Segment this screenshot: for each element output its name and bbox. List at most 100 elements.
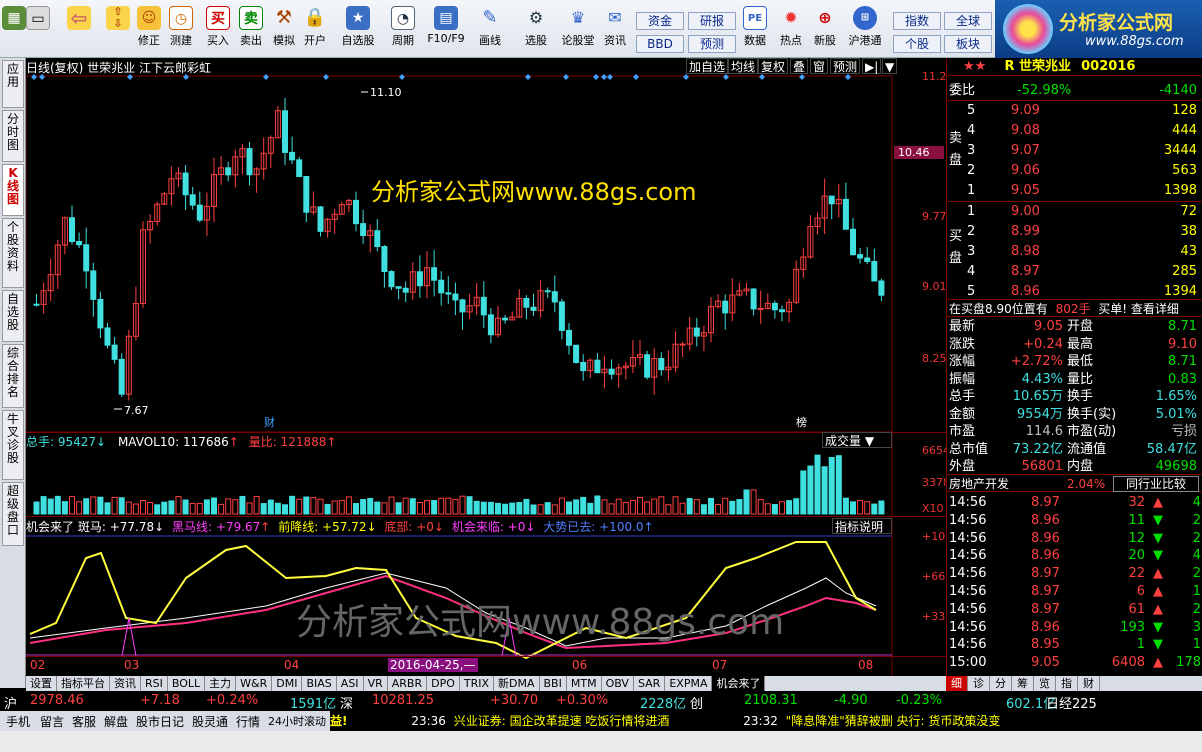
sell-level-5[interactable]: 5 9.09 128 xyxy=(947,102,1202,120)
buy-level-3[interactable]: 3 8.98 43 xyxy=(947,243,1202,261)
forum-button[interactable]: ♛ 论股堂 xyxy=(558,4,598,56)
kline-chart-area[interactable]: 日线(复权) 世荣兆业 江下云郎彩虹 加自选 均线 复权 叠 窗 预测 ▶| ▼… xyxy=(26,58,971,676)
buy-button[interactable]: 买买入 xyxy=(203,4,233,56)
volume-label-3: X10 xyxy=(922,502,944,515)
indicator-tab[interactable]: VR xyxy=(364,676,388,691)
tab-watchlist[interactable]: 自选股 xyxy=(2,290,24,342)
indicator-tab[interactable]: RSI xyxy=(141,676,168,691)
stat-row: 涨幅 +2.72% 最低 8.71 xyxy=(949,354,1197,369)
indicator-tab[interactable]: W&R xyxy=(236,676,273,691)
indicator-tab[interactable]: 新DMA xyxy=(494,676,540,691)
indicator-tab[interactable]: ARBR xyxy=(388,676,428,691)
indicator-tab[interactable]: 机会来了 xyxy=(712,676,766,691)
up-arrow-icon: ▲ xyxy=(1153,601,1163,617)
fund-button[interactable]: 资金 xyxy=(636,12,684,30)
quote-tab[interactable]: 分 xyxy=(990,676,1012,691)
sector-button[interactable]: 板块 xyxy=(944,35,992,53)
quote-tab[interactable]: 细 xyxy=(946,676,968,691)
analysis-link[interactable]: 解盘 xyxy=(104,713,128,730)
buy-level-1[interactable]: 1 9.00 72 xyxy=(947,203,1202,221)
quote-tab[interactable]: 诊 xyxy=(968,676,990,691)
quote-tab[interactable]: 财 xyxy=(1078,676,1100,691)
sell-level-4[interactable]: 4 9.08 444 xyxy=(947,122,1202,140)
draw-line-button[interactable]: ✎ 画线 xyxy=(472,4,508,56)
candle-body xyxy=(445,292,452,295)
service-link[interactable]: 客服 xyxy=(72,713,96,730)
news2-time: 23:32 xyxy=(743,714,778,728)
sell-level-3[interactable]: 3 9.07 3444 xyxy=(947,142,1202,160)
indicator-help-button[interactable]: 指标说明 xyxy=(832,518,892,534)
candle-body xyxy=(416,271,423,287)
indicator-tab[interactable]: MTM xyxy=(567,676,602,691)
news-button[interactable]: ✉ 资讯 xyxy=(600,4,630,56)
global-button[interactable]: 全球 xyxy=(944,12,992,30)
diary-link[interactable]: 股市日记 xyxy=(136,713,184,730)
tab-kline[interactable]: K线图 xyxy=(2,164,24,216)
indicator-tab[interactable]: 主力 xyxy=(205,676,237,691)
quotes-link[interactable]: 行情 xyxy=(236,713,260,730)
tab-stock-info[interactable]: 个股资料 xyxy=(2,218,24,288)
indicator-tab[interactable]: 资讯 xyxy=(110,676,141,691)
candle-body xyxy=(750,288,757,310)
test-button[interactable]: ◷ 测建 xyxy=(166,4,196,56)
indicator-tab[interactable]: EXPMA xyxy=(665,676,713,691)
sell-button[interactable]: 卖卖出 xyxy=(236,4,266,56)
indicator-tab[interactable]: SAR xyxy=(634,676,666,691)
buy-level-4[interactable]: 4 8.97 285 xyxy=(947,263,1202,281)
indicator-tab[interactable]: BIAS xyxy=(302,676,337,691)
index-button[interactable]: 指数 xyxy=(893,12,941,30)
grid-icon[interactable]: ▦ xyxy=(2,4,26,56)
indicator-tab[interactable]: DPO xyxy=(427,676,460,691)
stock-picker-button[interactable]: ⚙ 选股 xyxy=(518,4,554,56)
quote-tab[interactable]: 览 xyxy=(1034,676,1056,691)
tab-apps[interactable]: 应用 xyxy=(2,60,24,108)
hotspot-button[interactable]: ✹ 热点 xyxy=(776,4,806,56)
candle-body xyxy=(83,244,90,272)
back-arrow-icon[interactable]: ⇦ xyxy=(64,4,94,56)
up-down-arrows-icon[interactable]: ⇧ ⇩ xyxy=(106,4,130,56)
sell-level-1[interactable]: 1 9.05 1398 xyxy=(947,182,1202,200)
fix-button[interactable]: ☺ 修正 xyxy=(134,4,164,56)
industry-compare-button[interactable]: 同行业比较 xyxy=(1113,476,1199,492)
open-account-button[interactable]: 🔒 开户 xyxy=(300,4,330,56)
indicator-tab[interactable]: TRIX xyxy=(460,676,495,691)
volume-indicator-select[interactable]: 成交量 ▼ xyxy=(822,432,892,448)
mobile-link[interactable]: 手机 xyxy=(6,713,30,730)
indicator-tab[interactable]: DMI xyxy=(272,676,303,691)
news-ticker[interactable]: 益! 23:36 兴业证券: 国企改革提速 吃饭行情将进酒 23:32 "降息降… xyxy=(330,711,1202,731)
big-order-note[interactable]: 在买盘8.90位置有 802手 买单! 查看详细 xyxy=(947,299,1202,317)
indicator-tab[interactable]: 设置 xyxy=(26,676,57,691)
stat-row: 总手 10.65万 换手 1.65% xyxy=(949,389,1197,404)
indicator-tab[interactable]: BBI xyxy=(540,676,567,691)
lingtong-link[interactable]: 股灵通 xyxy=(192,713,228,730)
period-button[interactable]: ◔ 周期 xyxy=(383,4,423,56)
buy-level-2[interactable]: 2 8.99 38 xyxy=(947,223,1202,241)
stock-button[interactable]: 个股 xyxy=(893,35,941,53)
tick-row: 14:56 8.96 193 ▼ 3 xyxy=(949,619,1201,635)
tab-intraday[interactable]: 分时图 xyxy=(2,110,24,162)
forecast-button[interactable]: 预测 xyxy=(688,35,736,53)
sell-level-2[interactable]: 2 9.06 563 xyxy=(947,162,1202,180)
x-label-06: 06 xyxy=(572,658,588,672)
indicator-tab[interactable]: BOLL xyxy=(168,676,206,691)
hk-connect-button[interactable]: ⊞ 沪港通 xyxy=(845,4,885,56)
window-icon[interactable]: ▭ xyxy=(26,4,50,56)
watchlist-button[interactable]: ★ 自选股 xyxy=(336,4,380,56)
quote-tab[interactable]: 筹 xyxy=(1012,676,1034,691)
quote-tab[interactable]: 指 xyxy=(1056,676,1078,691)
bbd-button[interactable]: BBD xyxy=(636,35,684,53)
tab-super-order[interactable]: 超级盘口 xyxy=(2,482,24,546)
f10-button[interactable]: ▤ F10/F9 xyxy=(424,4,468,56)
indicator-tab[interactable]: OBV xyxy=(602,676,634,691)
simulate-button[interactable]: ⚒ 模拟 xyxy=(269,4,299,56)
indicator-tab[interactable]: 指标平台 xyxy=(57,676,110,691)
tab-ranking[interactable]: 综合排名 xyxy=(2,344,24,408)
research-button[interactable]: 研报 xyxy=(688,12,736,30)
rolling-news-link[interactable]: 24小时滚动 xyxy=(268,713,326,729)
ipo-button[interactable]: ⊕ 新股 xyxy=(810,4,840,56)
volume-bar xyxy=(239,495,246,515)
data-button[interactable]: PE 数据 xyxy=(740,4,770,56)
tab-diagnosis[interactable]: 牛叉诊股 xyxy=(2,410,24,480)
indicator-tab[interactable]: ASI xyxy=(337,676,364,691)
message-link[interactable]: 留言 xyxy=(40,713,64,730)
